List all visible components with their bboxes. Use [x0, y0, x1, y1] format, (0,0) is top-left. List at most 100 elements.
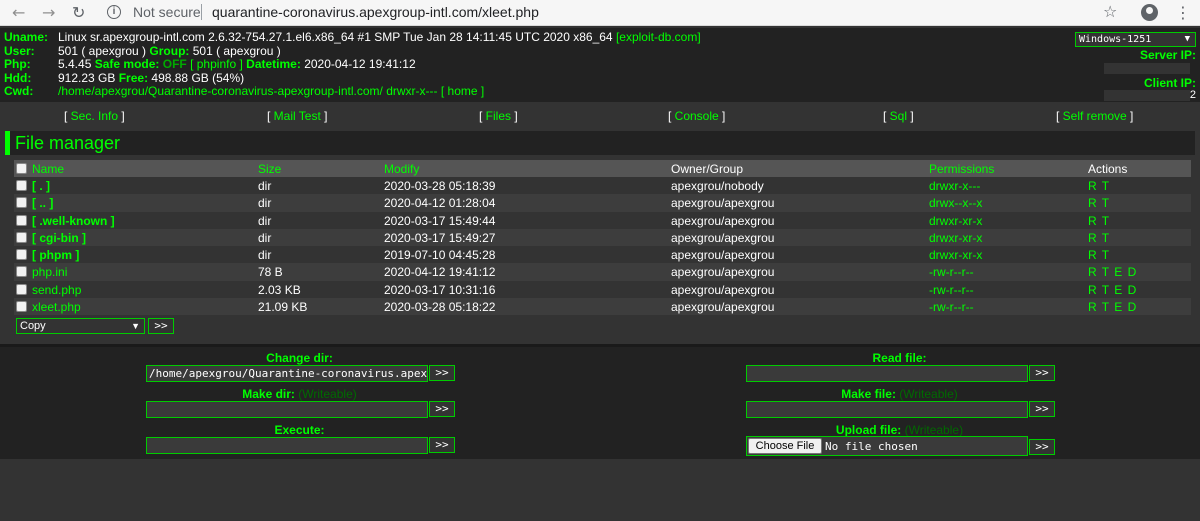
row-permissions[interactable]: -rw-r--r-- [929, 300, 974, 314]
choose-file-button[interactable]: Choose File [748, 438, 822, 454]
row-permissions[interactable]: -rw-r--r-- [929, 265, 974, 279]
user-value: 501 ( apexgrou ) [58, 43, 147, 58]
row-checkbox[interactable] [16, 197, 27, 209]
col-actions: Actions [1088, 162, 1128, 176]
menu-sql-label[interactable]: Sql [890, 109, 907, 123]
row-size: dir [258, 213, 272, 228]
select-all-checkbox[interactable] [16, 163, 27, 174]
cwd-row: Cwd: /home/apexgrou/Quarantine-coronaviru… [4, 84, 701, 99]
make-file-go-button[interactable]: >> [1029, 401, 1055, 417]
menu-sql[interactable]: [ Sql ] [883, 109, 914, 123]
exploit-db-link[interactable]: [exploit-db.com] [616, 30, 701, 44]
client-ip-label: Client IP: [1143, 76, 1196, 90]
address-bar[interactable]: quarantine-coronavirus.apexgroup-intl.co… [212, 4, 539, 20]
uname-label: Uname: [4, 30, 49, 44]
dir-link[interactable]: [ .. ] [32, 196, 53, 210]
upload-file-go-button[interactable]: >> [1029, 439, 1055, 455]
menu-self-remove[interactable]: [ Self remove ] [1056, 109, 1133, 123]
row-permissions[interactable]: drwxr-xr-x [929, 214, 982, 228]
table-row: send.php 2.03 KB 2020-03-17 10:31:16 ape… [14, 281, 1191, 298]
menu-console-label[interactable]: Console [675, 109, 719, 123]
row-permissions[interactable]: drwxr-xr-x [929, 231, 982, 245]
row-permissions[interactable]: drwx--x--x [929, 196, 982, 210]
row-owner: apexgrou/apexgrou [671, 213, 775, 228]
bulk-action-select[interactable]: Copy ▼ [16, 318, 145, 334]
account-icon[interactable] [1141, 4, 1158, 21]
col-name[interactable]: Name [32, 162, 64, 176]
reload-icon[interactable]: ↻ [72, 3, 85, 22]
dir-link[interactable]: [ cgi-bin ] [32, 231, 86, 245]
col-size[interactable]: Size [258, 162, 281, 176]
row-modify: 2019-07-10 04:45:28 [384, 248, 496, 263]
hdd-row: Hdd: 912.23 GB Free: 498.88 GB (54%) [4, 70, 701, 86]
row-checkbox[interactable] [16, 266, 27, 278]
back-arrow-icon[interactable]: ← [12, 3, 25, 22]
row-checkbox[interactable] [16, 180, 27, 191]
file-link[interactable]: php.ini [32, 265, 67, 279]
menu-files-label[interactable]: Files [486, 109, 511, 123]
row-checkbox[interactable] [16, 214, 27, 226]
row-checkbox[interactable] [16, 231, 27, 243]
table-header: Name Size Modify Owner/Group Permissions… [14, 160, 1191, 177]
menu-mail-test[interactable]: [ Mail Test ] [267, 109, 327, 123]
encoding-select[interactable]: Windows-1251 ▼ [1075, 32, 1196, 47]
col-modify[interactable]: Modify [384, 162, 419, 176]
row-checkbox[interactable] [16, 301, 27, 313]
row-checkbox[interactable] [16, 249, 27, 261]
info-icon[interactable]: i [107, 5, 121, 19]
row-actions[interactable]: R T [1088, 179, 1110, 193]
read-file-input[interactable] [746, 365, 1028, 382]
menu-console[interactable]: [ Console ] [668, 109, 725, 123]
not-secure-label[interactable]: Not secure [133, 4, 201, 20]
dir-link[interactable]: [ . ] [32, 179, 50, 193]
phpinfo-link[interactable]: [ phpinfo ] [190, 57, 243, 71]
menu-mail-test-label[interactable]: Mail Test [274, 109, 321, 123]
upload-file-input[interactable]: Choose File No file chosen [746, 436, 1028, 456]
make-file-input[interactable] [746, 401, 1028, 418]
row-checkbox[interactable] [16, 283, 27, 295]
dir-link[interactable]: [ .well-known ] [32, 214, 115, 228]
row-permissions[interactable]: -rw-r--r-- [929, 283, 974, 297]
forward-arrow-icon[interactable]: → [42, 3, 55, 22]
browser-menu-icon[interactable]: ⋮ [1175, 3, 1191, 22]
row-actions[interactable]: R T [1088, 196, 1110, 210]
file-link[interactable]: send.php [32, 283, 81, 297]
make-file-label-text: Make file: [841, 387, 896, 401]
bookmark-star-icon[interactable]: ☆ [1103, 2, 1117, 21]
change-dir-input[interactable]: /home/apexgrou/Quarantine-coronavirus.ap… [146, 365, 428, 382]
row-actions[interactable]: R T [1088, 214, 1110, 228]
execute-label: Execute: [274, 423, 325, 437]
cwd-path-link[interactable]: /home/apexgrou/Quarantine-coronavirus-ap… [58, 84, 383, 98]
make-dir-go-button[interactable]: >> [429, 401, 455, 417]
safe-mode-value: OFF [162, 57, 187, 71]
row-owner: apexgrou/apexgrou [671, 248, 775, 263]
change-dir-go-button[interactable]: >> [429, 365, 455, 381]
bulk-action-go-button[interactable]: >> [148, 318, 174, 334]
menu-self-remove-label[interactable]: Self remove [1063, 109, 1127, 123]
bulk-action-value: Copy [20, 320, 46, 332]
row-actions[interactable]: R T [1088, 231, 1110, 245]
execute-input[interactable] [146, 437, 428, 454]
row-permissions[interactable]: drwxr-xr-x [929, 248, 982, 262]
row-actions[interactable]: R T E D [1088, 265, 1137, 279]
menu-sec-info[interactable]: [ Sec. Info ] [64, 109, 125, 123]
file-manager-header: File manager [5, 131, 1195, 155]
home-link[interactable]: [ home ] [441, 84, 484, 98]
menu-files[interactable]: [ Files ] [479, 109, 518, 123]
uname-value: Linux sr.apexgroup-intl.com 2.6.32-754.2… [58, 30, 613, 44]
row-permissions[interactable]: drwxr-x--- [929, 179, 980, 193]
read-file-go-button[interactable]: >> [1029, 365, 1055, 381]
execute-go-button[interactable]: >> [429, 437, 455, 453]
cwd-label: Cwd: [4, 84, 34, 98]
file-link[interactable]: xleet.php [32, 300, 81, 314]
row-actions[interactable]: R T [1088, 248, 1110, 262]
tools-panel: Change dir: /home/apexgrou/Quarantine-co… [0, 347, 1200, 459]
make-dir-input[interactable] [146, 401, 428, 418]
row-actions[interactable]: R T E D [1088, 300, 1137, 314]
row-owner: apexgrou/apexgrou [671, 300, 775, 315]
col-permissions[interactable]: Permissions [929, 162, 994, 176]
menu-sec-info-label[interactable]: Sec. Info [71, 109, 118, 123]
dir-link[interactable]: [ phpm ] [32, 248, 79, 262]
hdd-value: 912.23 GB [58, 70, 116, 85]
row-actions[interactable]: R T E D [1088, 283, 1137, 297]
